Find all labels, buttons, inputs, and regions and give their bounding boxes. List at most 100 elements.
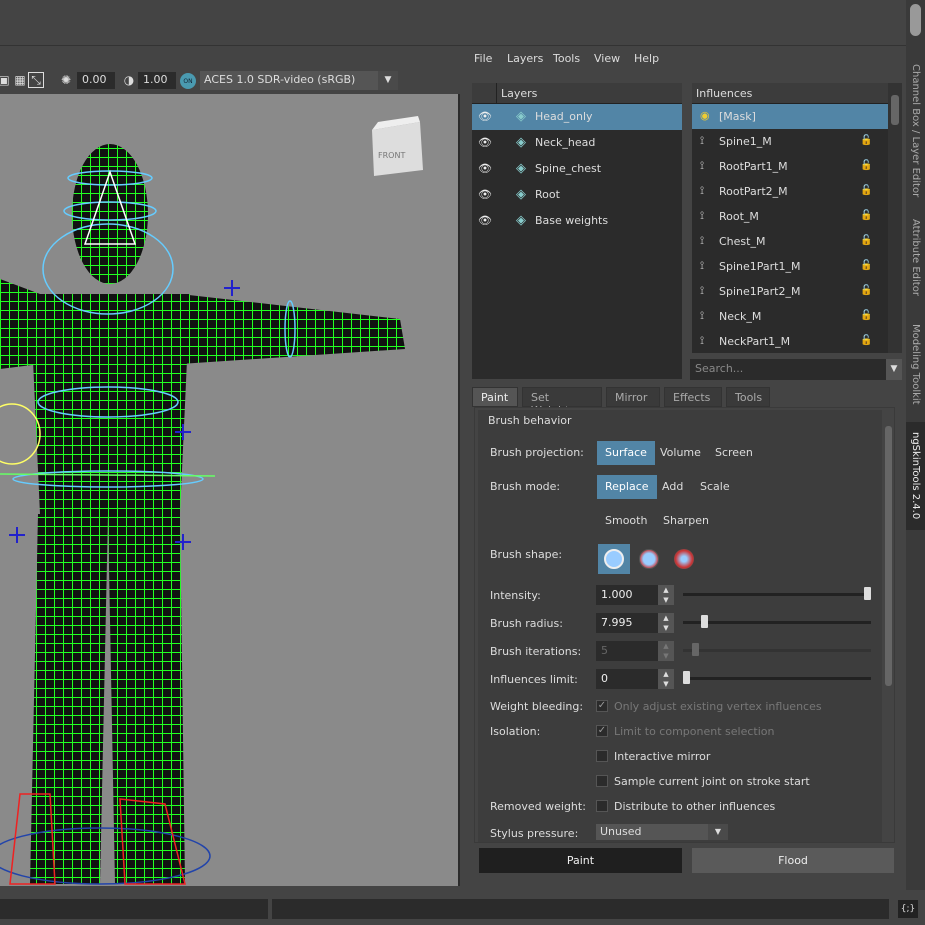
color-management-icon[interactable]: ON — [180, 73, 196, 89]
slider-knob[interactable] — [683, 671, 690, 684]
removed-checkbox[interactable] — [596, 800, 608, 812]
intensity-spinner[interactable]: ▲ ▼ — [658, 585, 674, 605]
layer-row[interactable]: 👁 ◈ Spine_chest — [472, 156, 682, 182]
radius-spinner[interactable]: ▲ ▼ — [658, 613, 674, 633]
menu-file[interactable]: File — [474, 52, 492, 65]
interactive-mirror-checkbox[interactable] — [596, 750, 608, 762]
chevron-down-icon: ▼ — [708, 824, 728, 840]
tab-attribute-editor[interactable]: Attribute Editor — [906, 212, 925, 302]
scroll-thumb[interactable] — [910, 4, 921, 36]
slider-knob[interactable] — [864, 587, 871, 600]
layer-row[interactable]: 👁 ◈ Root — [472, 182, 682, 208]
layer-row[interactable]: 👁 ◈ Neck_head — [472, 130, 682, 156]
radius-slider[interactable] — [683, 615, 871, 628]
influence-row[interactable]: ⟟ RootPart2_M 🔓 — [692, 179, 888, 204]
limit-field[interactable]: 0 — [596, 669, 658, 689]
brush-shape-gaussian[interactable] — [668, 544, 700, 574]
iterations-field[interactable]: 5 — [596, 641, 658, 661]
bleeding-checkbox[interactable]: ✓ — [596, 700, 608, 712]
lock-icon[interactable]: 🔓 — [860, 135, 872, 146]
script-editor-icon[interactable]: {;} — [898, 900, 918, 918]
projection-surface[interactable]: Surface — [597, 441, 655, 465]
scroll-thumb[interactable] — [885, 426, 892, 686]
eye-icon[interactable]: 👁 — [478, 188, 492, 201]
tab-tools[interactable]: Tools — [726, 387, 770, 407]
lock-icon[interactable]: 🔓 — [860, 260, 872, 271]
gamma-field[interactable]: 1.00 — [138, 72, 176, 89]
tab-mirror[interactable]: Mirror — [606, 387, 660, 407]
influences-scrollbar[interactable] — [888, 83, 902, 353]
influence-row[interactable]: ⟟ Spine1Part1_M 🔓 — [692, 254, 888, 279]
tab-set-weights[interactable]: Set Weights — [522, 387, 602, 417]
influence-row[interactable]: ⟟ Root_M 🔓 — [692, 204, 888, 229]
exposure-icon[interactable]: ✺ — [58, 72, 74, 88]
lock-icon[interactable]: 🔓 — [860, 335, 872, 346]
exposure-field[interactable]: 0.00 — [77, 72, 115, 89]
radius-field[interactable]: 7.995 — [596, 613, 658, 633]
limit-slider[interactable] — [683, 671, 871, 684]
layer-row[interactable]: 👁 ◈ Base weights — [472, 208, 682, 234]
tab-ngskintools[interactable]: ngSkinTools 2.4.0 — [906, 422, 925, 530]
view-cube[interactable]: FRONT — [372, 116, 423, 176]
lock-icon[interactable]: 🔓 — [860, 235, 872, 246]
limit-spinner[interactable]: ▲ ▼ — [658, 669, 674, 689]
command-line[interactable] — [0, 899, 268, 919]
influence-row[interactable]: ⟟ Neck_M 🔓 — [692, 304, 888, 329]
gamma-icon[interactable]: ◑ — [121, 72, 137, 88]
lock-icon[interactable]: 🔓 — [860, 210, 872, 221]
top-scrollbar[interactable] — [906, 0, 925, 46]
colorspace-select[interactable]: ACES 1.0 SDR-video (sRGB) ▼ — [200, 71, 398, 90]
lock-icon[interactable]: 🔓 — [860, 160, 872, 171]
mode-sharpen[interactable]: Sharpen — [655, 509, 717, 533]
stylus-select[interactable]: Unused ▼ — [596, 824, 728, 840]
intensity-slider[interactable] — [683, 587, 871, 600]
layer-row[interactable]: 👁 ◈ Head_only — [472, 104, 682, 130]
sample-joint-checkbox[interactable] — [596, 775, 608, 787]
influence-row[interactable]: ⟟ RootPart1_M 🔓 — [692, 154, 888, 179]
slider-knob[interactable] — [701, 615, 708, 628]
iterations-slider[interactable] — [683, 643, 871, 656]
mode-add[interactable]: Add — [654, 475, 691, 499]
projection-screen[interactable]: Screen — [707, 441, 761, 465]
influence-row[interactable]: ◉ [Mask] — [692, 104, 888, 129]
settings-scrollbar[interactable] — [884, 412, 894, 838]
eye-icon[interactable]: 👁 — [478, 136, 492, 149]
slider-knob[interactable] — [692, 643, 699, 656]
iterations-spinner[interactable]: ▲ ▼ — [658, 641, 674, 661]
tab-effects[interactable]: Effects — [664, 387, 722, 407]
eye-icon[interactable]: 👁 — [478, 214, 492, 227]
mode-smooth[interactable]: Smooth — [597, 509, 655, 533]
lock-icon[interactable]: 🔓 — [860, 310, 872, 321]
influence-row[interactable]: ⟟ Spine1_M 🔓 — [692, 129, 888, 154]
eye-icon[interactable]: 👁 — [478, 162, 492, 175]
eye-icon[interactable]: 👁 — [478, 110, 492, 123]
menu-view[interactable]: View — [594, 52, 620, 65]
menu-tools[interactable]: Tools — [553, 52, 580, 65]
lock-icon[interactable]: 🔓 — [860, 285, 872, 296]
3d-viewport[interactable]: FRONT — [0, 94, 460, 886]
influence-row[interactable]: ⟟ Spine1Part2_M 🔓 — [692, 279, 888, 304]
influence-row[interactable]: ⟟ Chest_M 🔓 — [692, 229, 888, 254]
paint-button[interactable]: Paint — [479, 848, 682, 873]
flood-button[interactable]: Flood — [692, 848, 894, 873]
menu-layers[interactable]: Layers — [507, 52, 543, 65]
brush-shape-soft[interactable] — [633, 544, 665, 574]
intensity-field[interactable]: 1.000 — [596, 585, 658, 605]
tab-paint[interactable]: Paint — [472, 387, 518, 407]
isolation-checkbox[interactable]: ✓ — [596, 725, 608, 737]
influence-row[interactable]: ⟟ NeckPart1_M 🔓 — [692, 329, 888, 353]
projection-volume[interactable]: Volume — [652, 441, 709, 465]
grid-icon[interactable]: ▦ — [12, 72, 28, 88]
scroll-thumb[interactable] — [891, 95, 899, 125]
brush-shape-solid[interactable] — [598, 544, 630, 574]
tab-channel-box[interactable]: Channel Box / Layer Editor — [906, 56, 925, 206]
chevron-down-icon[interactable]: ▼ — [886, 359, 902, 380]
mode-scale[interactable]: Scale — [692, 475, 738, 499]
resolution-gate-icon[interactable]: ⤡ — [28, 72, 44, 88]
influence-search-input[interactable]: Search... — [690, 359, 886, 380]
panel-icon[interactable]: ▣ — [0, 72, 12, 88]
mode-replace[interactable]: Replace — [597, 475, 657, 499]
lock-icon[interactable]: 🔓 — [860, 185, 872, 196]
menu-help[interactable]: Help — [634, 52, 659, 65]
tab-modeling-toolkit[interactable]: Modeling Toolkit — [906, 316, 925, 412]
